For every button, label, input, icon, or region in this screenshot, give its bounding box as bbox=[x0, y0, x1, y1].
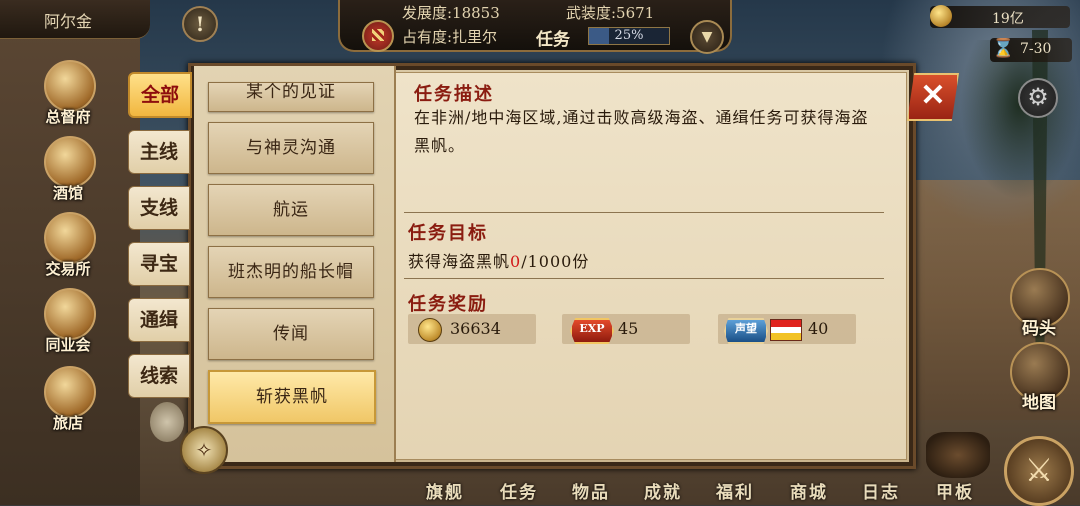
date-value: 7-30 bbox=[1020, 41, 1052, 57]
gear-icon[interactable]: ⚙ bbox=[1018, 78, 1058, 118]
chevron-down-icon[interactable]: ▼ bbox=[690, 20, 724, 54]
goal-text: 获得海盗黑帆0/1000份 bbox=[408, 248, 589, 272]
nav-log[interactable]: 日志 bbox=[862, 478, 900, 503]
sidebar-label: 总督府 bbox=[45, 108, 91, 126]
divider bbox=[404, 212, 884, 213]
nav-achievements[interactable]: 成就 bbox=[644, 478, 682, 503]
development-stat: 发展度:18853 bbox=[402, 4, 500, 22]
tab-treasure[interactable]: 寻宝 bbox=[128, 242, 190, 286]
quest-list-item[interactable]: 航运 bbox=[208, 184, 374, 236]
description-text: 在非洲/地中海区域,通过击败高级海盗、通缉任务可获得海盗黑帆。 bbox=[414, 108, 869, 155]
task-progress-bar: 25% bbox=[588, 27, 670, 45]
goal-current: 0 bbox=[510, 252, 522, 271]
hourglass-icon: ⌛ bbox=[992, 38, 1015, 59]
sidebar-label: 旅店 bbox=[52, 414, 83, 432]
tab-side[interactable]: 支线 bbox=[128, 186, 190, 230]
money-display: 19亿 bbox=[930, 5, 1070, 28]
quest-list-item[interactable]: 与神灵沟通 bbox=[208, 122, 374, 174]
inn-bag-icon bbox=[44, 366, 96, 418]
gold-coin-icon bbox=[930, 5, 952, 27]
tab-all[interactable]: 全部 bbox=[128, 72, 192, 118]
reward-reputation: 声望 40 bbox=[718, 314, 856, 344]
occupancy-stat: 占有度:扎里尔 bbox=[402, 28, 498, 46]
reward-exp-value: 45 bbox=[618, 319, 639, 338]
nav-deck[interactable]: 甲板 bbox=[936, 478, 974, 503]
exp-badge-icon: EXP bbox=[570, 318, 614, 344]
gold-coin-icon bbox=[418, 318, 442, 342]
scales-icon bbox=[44, 212, 96, 264]
sidebar-label: 酒馆 bbox=[52, 184, 83, 202]
alert-icon[interactable]: ! bbox=[182, 6, 218, 42]
nav-tasks[interactable]: 任务 bbox=[500, 478, 538, 503]
palm-leaves-scenery bbox=[960, 40, 1080, 200]
date-display: ⌛ 7-30 bbox=[990, 38, 1072, 62]
quest-list-item-selected[interactable]: 斩获黑帆 bbox=[208, 370, 376, 424]
sidebar-item-guild[interactable]: 同业会 bbox=[36, 288, 100, 358]
tab-wanted[interactable]: 通缉 bbox=[128, 298, 190, 342]
close-button[interactable]: ✕ bbox=[907, 73, 959, 121]
nav-shop[interactable]: 商城 bbox=[790, 478, 828, 503]
reward-coins: 36634 bbox=[408, 314, 536, 344]
reward-reputation-value: 40 bbox=[808, 319, 829, 338]
nav-items[interactable]: 物品 bbox=[572, 478, 610, 503]
quest-list-item[interactable]: 班杰明的船长帽 bbox=[208, 246, 374, 298]
tab-clues[interactable]: 线索 bbox=[128, 354, 190, 398]
goal-suffix: /1000份 bbox=[521, 252, 590, 271]
nation-crest-icon[interactable] bbox=[362, 20, 394, 52]
military-stat: 武装度:5671 bbox=[566, 4, 655, 22]
tab-main[interactable]: 主线 bbox=[128, 130, 190, 174]
crown-icon bbox=[44, 60, 96, 112]
map-label[interactable]: 地图 bbox=[1004, 388, 1074, 413]
ship-icon[interactable] bbox=[926, 432, 990, 478]
player-name-plate[interactable]: 阿尔金 bbox=[0, 0, 150, 39]
top-stat-bar bbox=[338, 0, 732, 52]
crossed-swords-icon[interactable]: ⚔ bbox=[1004, 436, 1074, 506]
money-value: 19亿 bbox=[992, 11, 1024, 27]
guild-shield-icon bbox=[44, 288, 96, 340]
goal-prefix: 获得海盗黑帆 bbox=[408, 252, 511, 271]
close-icon: ✕ bbox=[920, 78, 946, 113]
sidebar-item-tavern[interactable]: 酒馆 bbox=[36, 136, 100, 206]
nav-flagship[interactable]: 旗舰 bbox=[426, 478, 464, 503]
reward-coins-value: 36634 bbox=[450, 319, 501, 338]
sidebar-item-inn[interactable]: 旅店 bbox=[36, 366, 100, 436]
compass-icon[interactable]: ✧ bbox=[180, 426, 228, 474]
dock-label[interactable]: 码头 bbox=[1004, 314, 1074, 339]
tavern-icon bbox=[44, 136, 96, 188]
quest-list-item[interactable]: 某个的见证 bbox=[208, 82, 374, 112]
quest-list-item[interactable]: 传闻 bbox=[208, 308, 374, 360]
sidebar-item-governor[interactable]: 总督府 bbox=[36, 60, 100, 130]
goal-title: 任务目标 bbox=[408, 223, 488, 244]
nation-flag-icon bbox=[770, 319, 802, 341]
bottom-nav: 旗舰 任务 物品 成就 福利 商城 日志 甲板 bbox=[418, 478, 998, 505]
reward-title: 任务奖励 bbox=[408, 294, 488, 315]
sidebar-label: 交易所 bbox=[45, 260, 91, 278]
nav-welfare[interactable]: 福利 bbox=[716, 478, 754, 503]
sidebar-label: 同业会 bbox=[45, 336, 91, 354]
task-progress-text: 25% bbox=[614, 28, 644, 43]
reputation-badge-icon: 声望 bbox=[724, 318, 768, 344]
scroll-knob[interactable] bbox=[150, 402, 184, 442]
divider bbox=[404, 278, 884, 279]
sidebar-item-exchange[interactable]: 交易所 bbox=[36, 212, 100, 282]
player-name: 阿尔金 bbox=[44, 12, 93, 31]
description-title: 任务描述 bbox=[414, 84, 494, 105]
reward-exp: EXP 45 bbox=[562, 314, 690, 344]
task-progress-label: 任务 bbox=[536, 30, 570, 50]
